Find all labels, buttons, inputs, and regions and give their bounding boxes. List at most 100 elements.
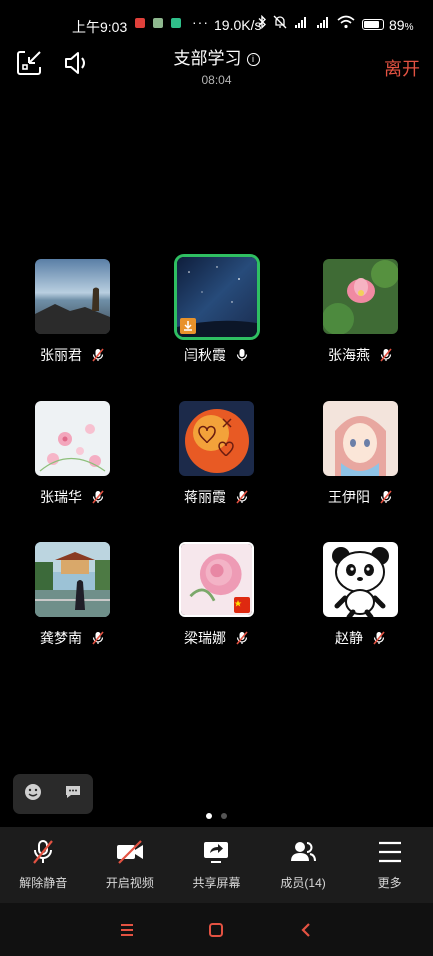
system-nav-bar [0, 903, 433, 956]
home-square-icon [209, 923, 223, 937]
participant-name: 闫秋霞 [184, 347, 227, 363]
meeting-title-row[interactable]: 支部学习 i [0, 44, 433, 69]
members-label: 成员(14) [280, 876, 326, 890]
signal-hd-icon [317, 17, 328, 28]
panda-cartoon [323, 542, 398, 617]
mic-muted-icon [92, 490, 104, 504]
network-speed: 19.0K/s [214, 17, 262, 33]
emoji-button[interactable] [24, 783, 42, 806]
avatar [35, 401, 110, 476]
participant-tile[interactable]: 张丽君 [17, 253, 127, 373]
lotus-photo [323, 259, 398, 334]
participant-name-row: 张丽君 [17, 345, 127, 365]
meeting-toolbar: 解除静音 开启视频 共享屏幕 成员(14) 更多 [0, 827, 433, 903]
page-dot [221, 813, 227, 819]
leave-button[interactable]: 离开 [384, 55, 420, 81]
home-button[interactable] [205, 919, 227, 941]
more-label: 更多 [377, 876, 402, 890]
participant-name: 龚梦南 [40, 630, 83, 646]
china-flag-badge [234, 597, 250, 613]
more-button[interactable]: 更多 [346, 827, 433, 903]
participant-name: 蒋丽霞 [184, 489, 227, 505]
avatar [323, 542, 398, 617]
participant-name: 赵静 [335, 630, 364, 646]
members-icon [291, 842, 317, 862]
garden-pavilion-photo [35, 542, 110, 617]
page-dot-active [206, 813, 212, 819]
back-chevron-icon [301, 923, 310, 937]
app-notification-icon [135, 18, 145, 28]
menu-icon [378, 841, 401, 863]
menu-icon [121, 924, 133, 936]
battery-icon [362, 19, 384, 30]
mic-muted-icon [33, 840, 54, 864]
smiley-icon [25, 783, 41, 800]
unmute-button[interactable]: 解除静音 [0, 827, 87, 903]
app-notification-icon [153, 18, 163, 28]
participant-name-row: 蒋丽霞 [161, 487, 271, 507]
meeting-title: 支部学习 [173, 49, 242, 68]
participant-name: 张海燕 [328, 347, 371, 363]
mic-icon [236, 349, 248, 361]
info-icon[interactable]: i [246, 53, 260, 66]
pink-flowers-photo [35, 401, 110, 476]
participant-name-row: 王伊阳 [305, 487, 415, 507]
recent-apps-button[interactable] [116, 919, 138, 941]
mic-muted-icon [236, 631, 248, 645]
download-badge [180, 318, 196, 334]
back-button[interactable] [295, 919, 317, 941]
system-icons [258, 15, 355, 29]
participant-name-row: 梁瑞娜 [161, 628, 271, 648]
video-off-icon [116, 840, 143, 864]
participant-tile-speaking[interactable]: 闫秋霞 [161, 253, 271, 373]
meeting-timer: 08:04 [201, 73, 232, 87]
mic-muted-icon [380, 490, 392, 504]
participant-name-row: 张瑞华 [17, 487, 127, 507]
bluetooth-icon [258, 15, 266, 29]
chat-button[interactable] [64, 784, 82, 805]
avatar [323, 401, 398, 476]
participant-tile[interactable]: 蒋丽霞 [161, 395, 271, 515]
participant-tile[interactable]: 梁瑞娜 [161, 536, 271, 656]
heart-ball-photo [179, 401, 254, 476]
avatar [179, 542, 254, 617]
share-screen-button[interactable]: 共享屏幕 [173, 827, 260, 903]
participant-tile[interactable]: 赵静 [305, 536, 415, 656]
battery-percent: 89% [389, 17, 414, 33]
participant-tile[interactable]: 张瑞华 [17, 395, 127, 515]
share-screen-icon [204, 842, 229, 863]
participant-name: 张瑞华 [40, 489, 83, 505]
mic-muted-icon [236, 490, 248, 504]
participant-tile[interactable]: 龚梦南 [17, 536, 127, 656]
share-screen-label: 共享屏幕 [192, 876, 241, 890]
start-video-label: 开启视频 [105, 876, 154, 890]
unmute-label: 解除静音 [19, 876, 68, 890]
reaction-panel [13, 774, 93, 814]
avatar [35, 259, 110, 334]
avatar [35, 542, 110, 617]
participant-name-row: 龚梦南 [17, 628, 127, 648]
start-video-button[interactable]: 开启视频 [87, 827, 174, 903]
status-time: 上午9:03 [72, 19, 128, 35]
mic-muted-icon [373, 631, 385, 645]
wifi-icon [337, 15, 355, 29]
participant-name-row: 赵静 [305, 628, 415, 648]
avatar [174, 254, 260, 340]
mute-bell-icon [273, 15, 287, 29]
participant-tile[interactable]: 张海燕 [305, 253, 415, 373]
seaside-photo [35, 259, 110, 334]
participant-name: 张丽君 [40, 347, 83, 363]
status-bar: 上午9:03 ··· 19.0K/s 89% [0, 0, 433, 40]
chat-bubble-icon [66, 785, 80, 798]
participant-grid: 张丽君 闫秋霞 张海燕 张瑞华 蒋丽霞 王伊阳 龚梦南 梁瑞娜 赵静 [0, 253, 433, 653]
more-notifications-icon: ··· [192, 14, 209, 30]
page-indicator [0, 813, 433, 819]
avatar [323, 259, 398, 334]
participant-tile[interactable]: 王伊阳 [305, 395, 415, 515]
participant-name: 王伊阳 [328, 489, 371, 505]
notification-icons [135, 18, 181, 28]
mic-muted-icon [92, 631, 104, 645]
meeting-header: 支部学习 i 08:04 [0, 44, 433, 87]
members-button[interactable]: 成员(14) [260, 827, 347, 903]
anime-girl-photo [323, 401, 398, 476]
